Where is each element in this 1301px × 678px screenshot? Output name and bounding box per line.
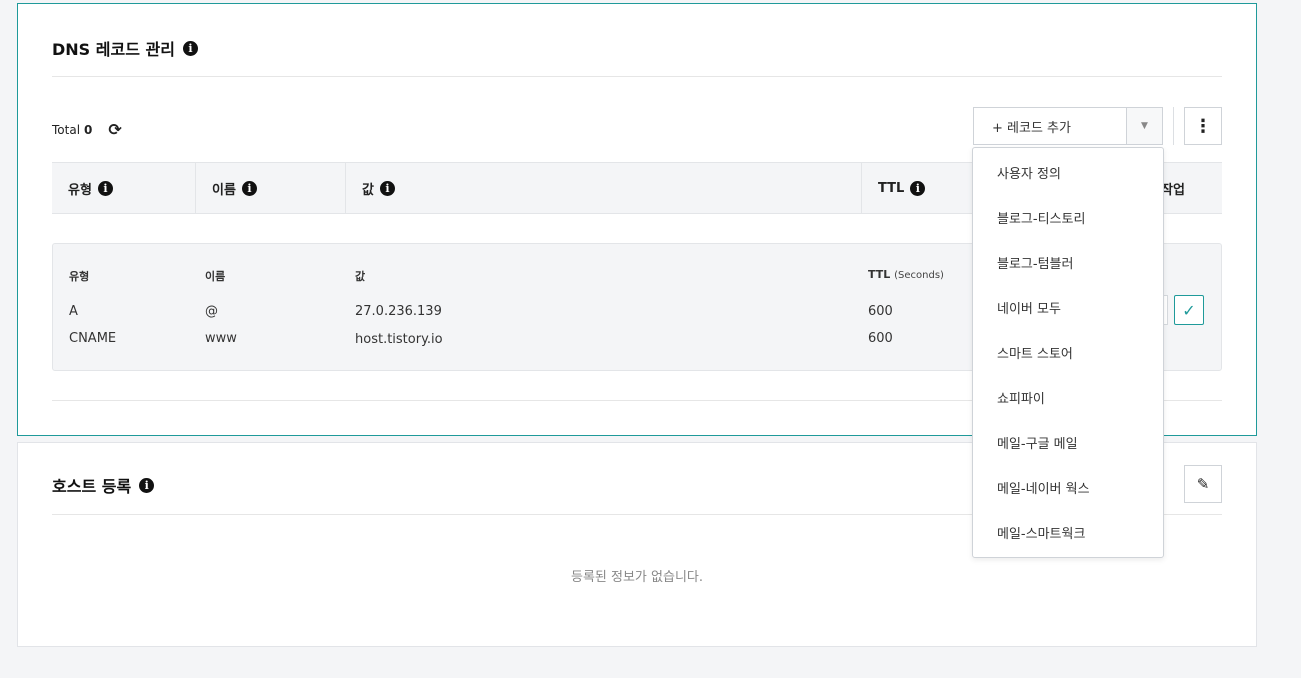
record-header-name: 이름: [205, 270, 226, 283]
menu-item-naver-modoo[interactable]: 네이버 모두: [973, 285, 1163, 330]
empty-message: 등록된 정보가 없습니다.: [571, 570, 703, 585]
refresh-icon[interactable]: ⟳: [108, 120, 121, 139]
record-ttl: 600: [868, 331, 893, 346]
divider: [52, 76, 1222, 77]
record-name: @: [205, 304, 218, 319]
header-type-label: 유형: [68, 182, 92, 198]
check-icon: ✓: [1182, 300, 1196, 320]
more-vertical-icon: ⋮: [1194, 115, 1212, 137]
info-icon[interactable]: i: [241, 180, 257, 196]
record-ttl: 600: [868, 304, 893, 319]
record-type: A: [69, 304, 78, 319]
menu-item-blog-tistory[interactable]: 블로그-티스토리: [973, 195, 1163, 240]
header-action-label: 작업: [1161, 182, 1185, 198]
menu-item-blog-tumblr[interactable]: 블로그-텀블러: [973, 240, 1163, 285]
menu-item-shopify[interactable]: 쇼피파이: [973, 375, 1163, 420]
header-type: 유형 i: [52, 163, 195, 213]
info-icon[interactable]: i: [379, 180, 395, 196]
record-header-ttl-label: TTL: [868, 268, 891, 281]
dns-title-text: DNS 레코드 관리: [52, 40, 175, 59]
header-ttl-label: TTL: [878, 180, 905, 196]
host-panel-title: 호스트 등록 i: [52, 473, 155, 497]
header-value: 값 i: [345, 163, 861, 213]
header-name-label: 이름: [212, 182, 236, 198]
record-value: 27.0.236.139: [355, 304, 442, 319]
info-icon[interactable]: i: [182, 40, 198, 56]
menu-item-mail-naver-works[interactable]: 메일-네이버 웍스: [973, 465, 1163, 510]
add-record-label[interactable]: + 레코드 추가: [974, 108, 1126, 144]
edit-button[interactable]: ✎: [1184, 465, 1222, 503]
info-icon[interactable]: i: [910, 180, 926, 196]
record-type: CNAME: [69, 331, 117, 346]
pencil-icon: ✎: [1196, 475, 1210, 493]
host-title-text: 호스트 등록: [52, 477, 132, 496]
info-icon[interactable]: i: [139, 477, 155, 493]
total-label: Total: [52, 122, 81, 137]
info-icon[interactable]: i: [97, 180, 113, 196]
toolbar-separator: [1173, 107, 1174, 145]
menu-item-mail-google[interactable]: 메일-구글 메일: [973, 420, 1163, 465]
record-header-ttl: TTL (Seconds): [868, 268, 944, 281]
total-count: Total 0 ⟳: [52, 120, 122, 139]
record-value: host.tistory.io: [355, 332, 443, 347]
menu-item-custom[interactable]: 사용자 정의: [973, 150, 1163, 195]
dns-panel-title: DNS 레코드 관리 i: [52, 36, 198, 60]
menu-item-mail-smartwork[interactable]: 메일-스마트웍크: [973, 510, 1163, 555]
record-header-ttl-unit: (Seconds): [894, 270, 944, 281]
record-header-value: 값: [355, 270, 366, 283]
header-value-label: 값: [362, 182, 374, 198]
more-options-button[interactable]: ⋮: [1184, 107, 1222, 145]
menu-item-smart-store[interactable]: 스마트 스토어: [973, 330, 1163, 375]
total-value: 0: [84, 122, 93, 137]
caret-down-icon[interactable]: ▼: [1126, 108, 1162, 144]
header-name: 이름 i: [195, 163, 345, 213]
add-record-dropdown-menu: 사용자 정의 블로그-티스토리 블로그-텀블러 네이버 모두 스마트 스토어 쇼…: [972, 147, 1164, 558]
confirm-button[interactable]: ✓: [1174, 295, 1204, 325]
record-name: www: [205, 331, 237, 346]
record-header-type: 유형: [69, 270, 90, 283]
add-record-button[interactable]: + 레코드 추가 ▼: [973, 107, 1163, 145]
